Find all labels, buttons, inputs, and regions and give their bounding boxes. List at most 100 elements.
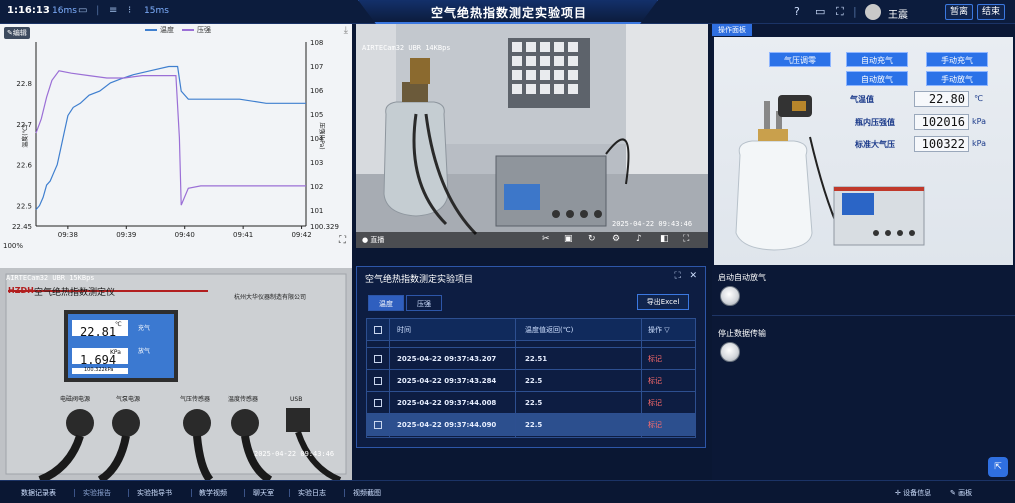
nav-guide[interactable]: 实验指导书 [137,488,172,498]
temp-display: 22.80 [914,91,969,107]
title-banner: 空气绝热指数测定实验项目 [358,0,658,24]
column-divider [515,319,516,437]
port-label: USB [290,396,303,403]
nav-report[interactable]: 实验报告 [83,488,111,498]
device-temp-unit: ℃ [115,321,122,328]
y-right-tick-label: 102 [310,183,323,191]
select-all-checkbox[interactable] [374,326,382,334]
row-time: 2025-04-22 09:37:44.008 [397,399,497,407]
expand-icon[interactable]: ⛶ [675,271,681,281]
row-checkbox[interactable] [374,399,382,407]
table-row[interactable]: 2025-04-22 09:37:43.284 22.5 标记 [367,370,695,392]
row-mark-link[interactable]: 标记 [648,414,662,436]
nav-screenshot[interactable]: 视频截图 [353,488,381,498]
latency-readout: 16ms [52,6,77,16]
maker-label: 杭州大华仪器制造有限公司 [234,294,307,301]
temp-label: 气温值 [850,95,874,104]
expand-icon[interactable]: ⛶ [339,235,346,246]
end-button[interactable]: 结束 [977,4,1005,20]
stop-transfer-row: 停止数据传输 [712,322,1015,372]
port-label: 温度传感器 [228,396,259,403]
expand-icon[interactable]: ⛶ [683,234,689,244]
y-left-axis-title: 温度(℃) [21,124,29,147]
divider [128,489,129,497]
row-mark-link[interactable]: 标记 [648,348,662,370]
help-icon[interactable]: ? [794,5,800,18]
data-table-panel: 空气绝热指数测定实验项目 ⛶ ✕ 温度 压强 导出Excel 时间 温度值返回(… [356,266,706,448]
snapshot-icon[interactable]: ▣ [564,234,573,244]
divider [344,489,345,497]
stop-transfer-knob[interactable] [720,342,740,362]
brand-logo: HZDH [8,286,34,295]
col-time: 时间 [397,326,411,334]
floating-action-icon[interactable]: ⇱ [988,457,1008,477]
auto-release-row: 启动自动放气 [712,266,1015,316]
auto-release-knob[interactable] [720,286,740,306]
lab-camera-feed: AIRTECam32 UBR 14KBps 2025-04-22 09:43:4… [356,24,708,248]
close-icon[interactable]: ✕ [689,271,697,281]
x-tick-label: 09:41 [233,231,253,239]
x-tick-label: 09:38 [58,231,78,239]
column-divider [641,319,642,437]
settings-icon[interactable]: ⚙ [612,234,620,244]
row-time: 2025-04-22 09:37:44.090 [397,421,497,429]
row-value: 22.5 [525,377,543,385]
y-left-tick-label: 22.6 [16,162,32,170]
signal-icon: ⁝ [128,5,132,16]
whiteboard-button[interactable]: ✎ 画板 [950,488,972,498]
table-row-selected[interactable]: 2025-04-22 09:37:44.090 22.5 标记 [367,414,695,436]
scissors-icon[interactable]: ✂ [542,234,550,244]
y-left-tick-label: 22.5 [16,203,32,211]
divider [191,489,192,497]
auto-release-label: 启动自动放气 [718,273,766,282]
avatar[interactable] [865,4,881,20]
row-checkbox[interactable] [374,355,382,363]
atm-pressure-label: 标准大气压 [855,140,895,149]
monitor-icon[interactable]: ▭ [78,5,87,16]
data-table: 时间 温度值返回(℃) 操作 ▽ 2025-04-22 09:37:43.207… [366,318,696,438]
manual-release-button[interactable]: 手动放气 [926,71,988,86]
col-action[interactable]: 操作 ▽ [648,319,670,341]
table-row[interactable]: 2025-04-22 09:37:43.207 22.51 标记 [367,348,695,370]
bottle-pressure-unit: kPa [972,117,986,126]
menu-icon[interactable]: ≡ [109,5,117,16]
live-label: ● 直播 [362,236,385,244]
pip-icon[interactable]: ◧ [660,234,669,244]
row-mark-link[interactable]: 标记 [648,370,662,392]
nav-log[interactable]: 实验日志 [298,488,326,498]
cross-icon: ✛ [895,489,901,497]
device-pressure-unit: KPa [110,349,121,356]
table-row-partial [367,341,695,348]
fullscreen-icon[interactable]: ⛶ [836,5,844,19]
auto-fill-button[interactable]: 自动充气 [846,52,908,67]
device-info-button[interactable]: ✛ 设备信息 [895,488,931,498]
tab-temperature[interactable]: 温度 [368,295,404,311]
export-excel-button[interactable]: 导出Excel [637,294,689,310]
nav-chat[interactable]: 聊天室 [253,488,274,498]
page-title: 空气绝热指数测定实验项目 [430,6,587,20]
ops-tab: 操作面板 [712,24,752,36]
divider [244,489,245,497]
manual-fill-button[interactable]: 手动充气 [926,52,988,67]
device-title: 空气绝热指数测定仪 [34,288,116,298]
network-latency: 15ms [144,6,169,16]
tab-pressure[interactable]: 压强 [406,295,442,311]
nav-data-log[interactable]: 数据记录表 [21,488,56,498]
video-icon[interactable]: ▭ [815,5,825,18]
table-row[interactable]: 2025-04-22 09:37:44.008 22.5 标记 [367,392,695,414]
row-checkbox[interactable] [374,377,382,385]
pressure-zero-button[interactable]: 气压调零 [769,52,831,67]
row-checkbox[interactable] [374,421,382,429]
volume-icon[interactable]: ♪ [636,234,642,244]
session-timer: 1:16:13 [7,5,50,16]
leave-button[interactable]: 暂离 [945,4,973,20]
divider: | [96,5,100,16]
row-mark-link[interactable]: 标记 [648,392,662,414]
refresh-icon[interactable]: ↻ [588,234,596,244]
nav-video[interactable]: 教学视频 [199,488,227,498]
y-left-tick-label: 22.45 [12,223,32,231]
device-release-label: 放气 [138,348,151,355]
user-name: 王震 [888,10,908,21]
device-camera-feed: AIRTECam32 UBR 15KBps HZDH 空气绝热指数测定仪 杭州大… [0,268,352,480]
auto-release-button[interactable]: 自动放气 [846,71,908,86]
